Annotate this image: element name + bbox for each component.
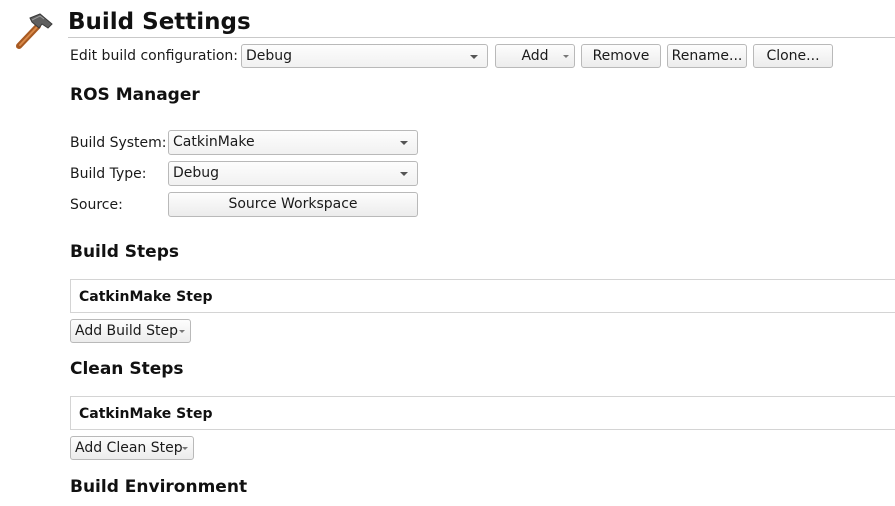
build-system-value: CatkinMake bbox=[173, 134, 255, 150]
dropdown-arrow-icon bbox=[182, 447, 188, 450]
clean-steps-heading: Clean Steps bbox=[70, 359, 184, 379]
dropdown-arrow-icon bbox=[179, 330, 185, 333]
add-clean-step-label: Add Clean Step bbox=[75, 440, 183, 456]
build-step-title: CatkinMake Step bbox=[79, 289, 213, 305]
header-divider bbox=[68, 37, 895, 38]
build-type-value: Debug bbox=[173, 165, 220, 181]
add-configuration-button[interactable]: Add bbox=[495, 44, 575, 68]
chevron-down-icon bbox=[400, 172, 408, 176]
build-configuration-select[interactable]: Debug bbox=[241, 44, 488, 68]
edit-build-configuration-label: Edit build configuration: bbox=[70, 48, 239, 64]
build-type-select[interactable]: Debug bbox=[168, 161, 418, 186]
build-system-select[interactable]: CatkinMake bbox=[168, 130, 418, 155]
chevron-down-icon bbox=[470, 55, 478, 59]
add-configuration-label: Add bbox=[521, 48, 549, 64]
clean-step-title: CatkinMake Step bbox=[79, 406, 213, 422]
build-steps-heading: Build Steps bbox=[70, 242, 179, 262]
ros-manager-heading: ROS Manager bbox=[70, 85, 200, 105]
add-build-step-button[interactable]: Add Build Step bbox=[70, 319, 191, 343]
add-build-step-label: Add Build Step bbox=[75, 323, 179, 339]
clean-step-panel[interactable]: CatkinMake Step bbox=[70, 396, 895, 430]
build-environment-heading: Build Environment bbox=[70, 477, 248, 497]
source-workspace-button[interactable]: Source Workspace bbox=[168, 192, 418, 217]
build-type-label: Build Type: bbox=[70, 166, 147, 182]
build-step-panel[interactable]: CatkinMake Step bbox=[70, 279, 895, 313]
remove-configuration-button[interactable]: Remove bbox=[581, 44, 661, 68]
chevron-down-icon bbox=[400, 141, 408, 145]
clone-configuration-button[interactable]: Clone... bbox=[753, 44, 833, 68]
hammer-icon bbox=[12, 12, 56, 52]
dropdown-arrow-icon bbox=[563, 55, 569, 58]
source-label: Source: bbox=[70, 197, 123, 213]
page-title: Build Settings bbox=[68, 9, 251, 35]
build-system-label: Build System: bbox=[70, 135, 167, 151]
add-clean-step-button[interactable]: Add Clean Step bbox=[70, 436, 194, 460]
build-configuration-value: Debug bbox=[246, 48, 293, 64]
rename-configuration-button[interactable]: Rename... bbox=[667, 44, 747, 68]
